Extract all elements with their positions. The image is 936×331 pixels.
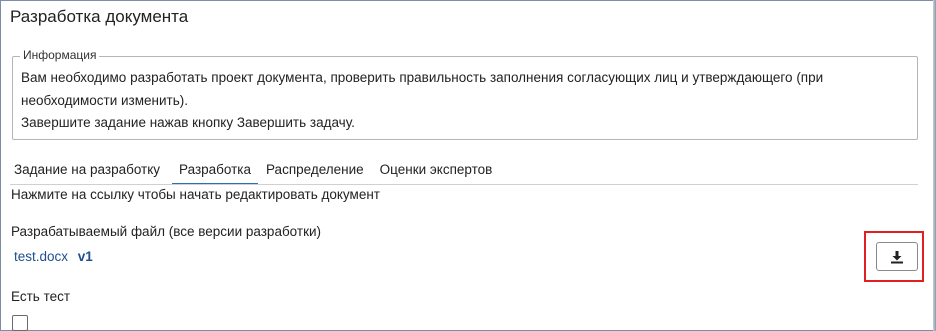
test-checkbox[interactable] (12, 315, 28, 331)
info-text: Вам необходимо разработать проект докуме… (21, 67, 911, 135)
tab-distribution[interactable]: Распределение (262, 156, 372, 185)
edit-hint: Нажмите на ссылку чтобы начать редактиро… (11, 187, 380, 202)
tab-development[interactable]: Разработка (172, 156, 258, 185)
file-label: Разрабатываемый файл (все версии разрабо… (11, 224, 322, 239)
file-version-link[interactable]: v1 (78, 249, 93, 264)
tab-expert-ratings[interactable]: Оценки экспертов (376, 156, 501, 185)
tab-bar: Задание на разработку Разработка Распред… (10, 156, 918, 185)
tab-divider (10, 184, 918, 185)
page-title: Разработка документа (10, 7, 189, 26)
file-link[interactable]: test.docx (14, 249, 68, 264)
info-line-1: Вам необходимо разработать проект докуме… (21, 70, 824, 85)
test-label: Есть тест (11, 289, 71, 304)
info-legend: Информация (20, 48, 100, 62)
download-button[interactable] (876, 242, 918, 271)
download-icon (891, 250, 903, 263)
info-line-3: Завершите задание нажав кнопку Завершить… (21, 115, 355, 130)
file-row: test.docx v1 (14, 249, 93, 264)
info-line-2: необходимости изменить). (21, 92, 188, 108)
tab-task[interactable]: Задание на разработку (10, 156, 168, 185)
